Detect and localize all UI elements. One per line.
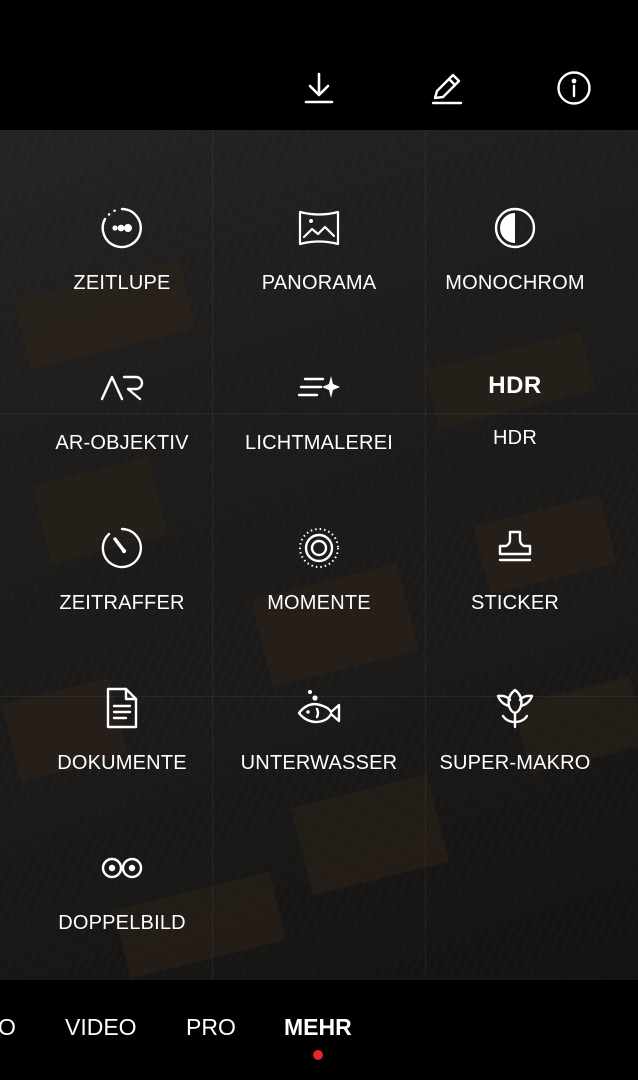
mode-lichtmalerei[interactable]: LICHTMALEREI xyxy=(213,290,425,454)
light-painting-icon xyxy=(295,366,343,410)
active-tab-indicator xyxy=(313,1050,323,1060)
hdr-icon-text: HDR xyxy=(488,371,542,399)
mode-zeitraffer[interactable]: ZEITRAFFER xyxy=(16,450,228,614)
mode-grid: ZEITLUPE PANORAMA MONOCHROM AR-OBJEKTIV … xyxy=(0,130,638,980)
mode-super-makro[interactable]: SUPER-MAKRO xyxy=(409,610,621,774)
ar-icon xyxy=(98,366,146,410)
mode-ar-objektiv[interactable]: AR-OBJEKTIV xyxy=(16,290,228,454)
super-macro-icon xyxy=(491,686,539,730)
mode-panorama[interactable]: PANORAMA xyxy=(213,130,425,294)
document-icon xyxy=(98,686,146,730)
mode-tab-bar: O VIDEO PRO MEHR xyxy=(0,980,638,1080)
moments-icon xyxy=(295,526,343,570)
info-icon[interactable] xyxy=(552,66,596,110)
mode-monochrom[interactable]: MONOCHROM xyxy=(409,130,621,294)
tab-video[interactable]: VIDEO xyxy=(65,1014,137,1041)
tab-mehr[interactable]: MEHR xyxy=(284,1014,352,1041)
mode-doppelbild[interactable]: DOPPELBILD xyxy=(16,770,228,934)
sticker-icon xyxy=(491,526,539,570)
top-bar xyxy=(0,0,638,130)
mode-unterwasser[interactable]: UNTERWASSER xyxy=(213,610,425,774)
mode-sticker[interactable]: STICKER xyxy=(409,450,621,614)
mode-label: UNTERWASSER xyxy=(240,752,398,774)
mode-zeitlupe[interactable]: ZEITLUPE xyxy=(16,130,228,294)
tab-pro[interactable]: PRO xyxy=(186,1014,236,1041)
dual-view-icon xyxy=(98,846,146,890)
slow-motion-icon xyxy=(98,206,146,250)
mode-momente[interactable]: MOMENTE xyxy=(213,450,425,614)
mode-label: SUPER-MAKRO xyxy=(439,752,591,774)
mode-hdr[interactable]: HDR HDR xyxy=(409,290,621,450)
mode-dokumente[interactable]: DOKUMENTE xyxy=(16,610,228,774)
mode-label: DOPPELBILD xyxy=(58,912,186,934)
panorama-icon xyxy=(295,206,343,250)
tab-photo-partial[interactable]: O xyxy=(0,1014,16,1041)
hdr-icon: HDR xyxy=(488,366,542,405)
viewfinder-background: ZEITLUPE PANORAMA MONOCHROM AR-OBJEKTIV … xyxy=(0,130,638,980)
underwater-icon xyxy=(295,686,343,730)
edit-icon[interactable] xyxy=(425,66,469,110)
mode-label: HDR xyxy=(493,427,537,449)
monochrome-icon xyxy=(491,206,539,250)
timelapse-icon xyxy=(98,526,146,570)
download-icon[interactable] xyxy=(297,66,341,110)
